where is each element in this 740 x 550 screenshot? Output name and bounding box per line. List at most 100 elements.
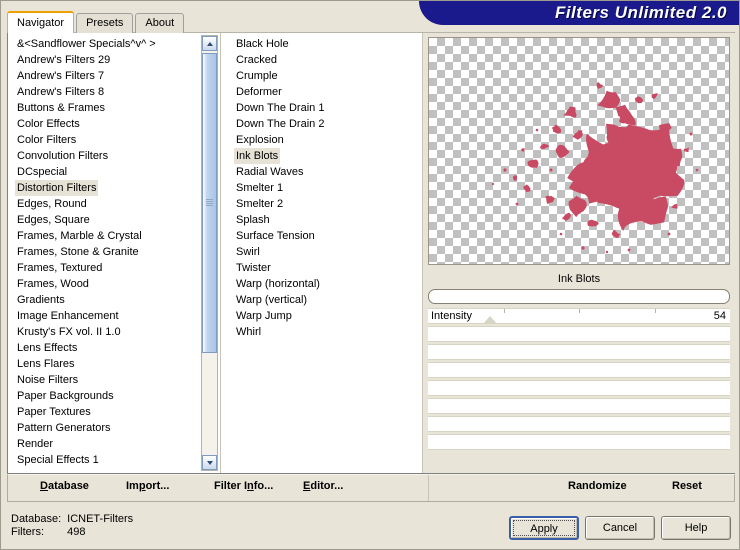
filter-row[interactable]: Surface Tension (234, 228, 326, 244)
preset-name-input[interactable] (428, 289, 730, 304)
ink-speck (695, 168, 699, 172)
category-row[interactable]: Edges, Square (15, 212, 196, 228)
category-item-label: Edges, Square (17, 214, 90, 226)
filter-column: Black Hole Cracked Crumple Deformer Down The… (222, 33, 422, 473)
filter-row[interactable]: Smelter 1 (234, 180, 326, 196)
app-title-banner: Filters Unlimited 2.0 (419, 1, 739, 25)
ink-blob (555, 144, 570, 158)
ink-speck (689, 132, 693, 136)
filter-row[interactable]: Warp (vertical) (234, 292, 326, 308)
tab-label: Navigator (17, 17, 65, 29)
category-row[interactable]: Paper Textures (15, 404, 196, 420)
category-row[interactable]: Krusty's FX vol. II 1.0 (15, 324, 196, 340)
tab-navigator[interactable]: Navigator (7, 11, 75, 33)
filter-row[interactable]: Whirl (234, 324, 326, 340)
category-list[interactable]: &<Sandflower Specials^v^ > Andrew's Filte… (8, 36, 196, 468)
category-row[interactable]: Andrew's Filters 7 (15, 68, 196, 84)
parameter-empty-row (428, 398, 730, 414)
ink-blob (568, 195, 587, 218)
slider-tick (579, 309, 580, 313)
category-row[interactable]: Paper Backgrounds (15, 388, 196, 404)
slider-thumb[interactable] (482, 316, 497, 323)
category-row[interactable]: Pattern Generators (15, 420, 196, 436)
filter-row[interactable]: Warp (horizontal) (234, 276, 326, 292)
filter-row[interactable]: Smelter 2 (234, 196, 326, 212)
category-row[interactable]: Image Enhancement (15, 308, 196, 324)
action-import-button[interactable]: Import... (126, 480, 169, 492)
filter-row[interactable]: Cracked (234, 52, 326, 68)
filter-row[interactable]: Black Hole (234, 36, 326, 52)
category-row[interactable]: Color Filters (15, 132, 196, 148)
category-item-label: Pattern Generators (17, 422, 111, 434)
category-row[interactable]: Lens Flares (15, 356, 196, 372)
ink-blob (545, 195, 555, 205)
filter-row[interactable]: Warp Jump (234, 308, 326, 324)
parameter-label: Intensity (431, 310, 472, 322)
category-row[interactable]: Noise Filters (15, 372, 196, 388)
tab-label: About (145, 17, 175, 29)
category-row[interactable]: Frames, Marble & Crystal (15, 228, 196, 244)
category-item-label: Frames, Textured (17, 262, 103, 274)
button-label: Cancel (602, 522, 638, 534)
category-item-label: Color Filters (17, 134, 77, 146)
category-row[interactable]: &<Sandflower Specials^v^ > (15, 36, 196, 52)
action-randomize-button[interactable]: Randomize (568, 480, 627, 492)
action-editor-button[interactable]: Editor... (303, 480, 343, 492)
action-filterinfo-button[interactable]: Filter Info... (214, 480, 273, 492)
ink-blob (523, 184, 531, 192)
filter-row[interactable]: Crumple (234, 68, 326, 84)
filter-row[interactable]: Deformer (234, 84, 326, 100)
filter-row[interactable]: Radial Waves (234, 164, 326, 180)
category-row[interactable]: Lens Effects (15, 340, 196, 356)
slider-tick (654, 309, 656, 313)
database-label: Database: (11, 513, 62, 525)
tab-presets[interactable]: Presets (76, 13, 134, 33)
category-row[interactable]: Special Effects 1 (15, 452, 196, 468)
action-reset-button[interactable]: Reset (672, 480, 702, 492)
apply-button[interactable]: Apply (509, 516, 579, 540)
filter-list[interactable]: Black Hole Cracked Crumple Deformer Down The… (222, 36, 326, 340)
preview-canvas[interactable] (428, 37, 730, 265)
category-item-label: Convolution Filters (17, 150, 109, 162)
filter-row[interactable]: Explosion (234, 132, 326, 148)
category-row[interactable]: Convolution Filters (15, 148, 196, 164)
filter-row[interactable]: Ink Blots (234, 148, 326, 164)
filter-item-label: Smelter 1 (236, 182, 284, 194)
ink-blob (521, 148, 525, 152)
ink-blob (611, 229, 621, 238)
scroll-down-button[interactable] (202, 455, 217, 470)
ink-speck (559, 232, 563, 236)
ink-blob (596, 81, 604, 90)
category-row[interactable]: Distortion Filters (15, 180, 196, 196)
category-row[interactable]: DCspecial (15, 164, 196, 180)
tab-about[interactable]: About (135, 13, 185, 33)
scrollbar-thumb[interactable] (202, 53, 217, 353)
ink-speck (605, 250, 609, 254)
category-row[interactable]: Frames, Textured (15, 260, 196, 276)
filter-row[interactable]: Down The Drain 1 (234, 100, 326, 116)
ink-speck (535, 128, 539, 132)
category-row[interactable]: Frames, Wood (15, 276, 196, 292)
help-button[interactable]: Help (661, 516, 731, 540)
filter-row[interactable]: Twister (234, 260, 326, 276)
category-row[interactable]: Color Effects (15, 116, 196, 132)
category-row[interactable]: Andrew's Filters 29 (15, 52, 196, 68)
action-database-button[interactable]: Database (40, 480, 89, 492)
scroll-up-button[interactable] (202, 36, 217, 51)
tab-strip: Navigator Presets About (7, 11, 186, 33)
category-scrollbar[interactable] (201, 35, 218, 471)
filter-item-label: Down The Drain 2 (236, 118, 325, 130)
category-row[interactable]: Render (15, 436, 196, 452)
filter-item-label: Black Hole (236, 38, 289, 50)
filter-row[interactable]: Down The Drain 2 (234, 116, 326, 132)
filter-row[interactable]: Swirl (234, 244, 326, 260)
category-row[interactable]: Buttons & Frames (15, 100, 196, 116)
category-row[interactable]: Gradients (15, 292, 196, 308)
filter-item-label: Cracked (236, 54, 277, 66)
category-row[interactable]: Andrew's Filters 8 (15, 84, 196, 100)
filter-row[interactable]: Splash (234, 212, 326, 228)
category-row[interactable]: Edges, Round (15, 196, 196, 212)
cancel-button[interactable]: Cancel (585, 516, 655, 540)
parameter-slider-row[interactable]: Intensity 54 (428, 308, 730, 324)
category-row[interactable]: Frames, Stone & Granite (15, 244, 196, 260)
